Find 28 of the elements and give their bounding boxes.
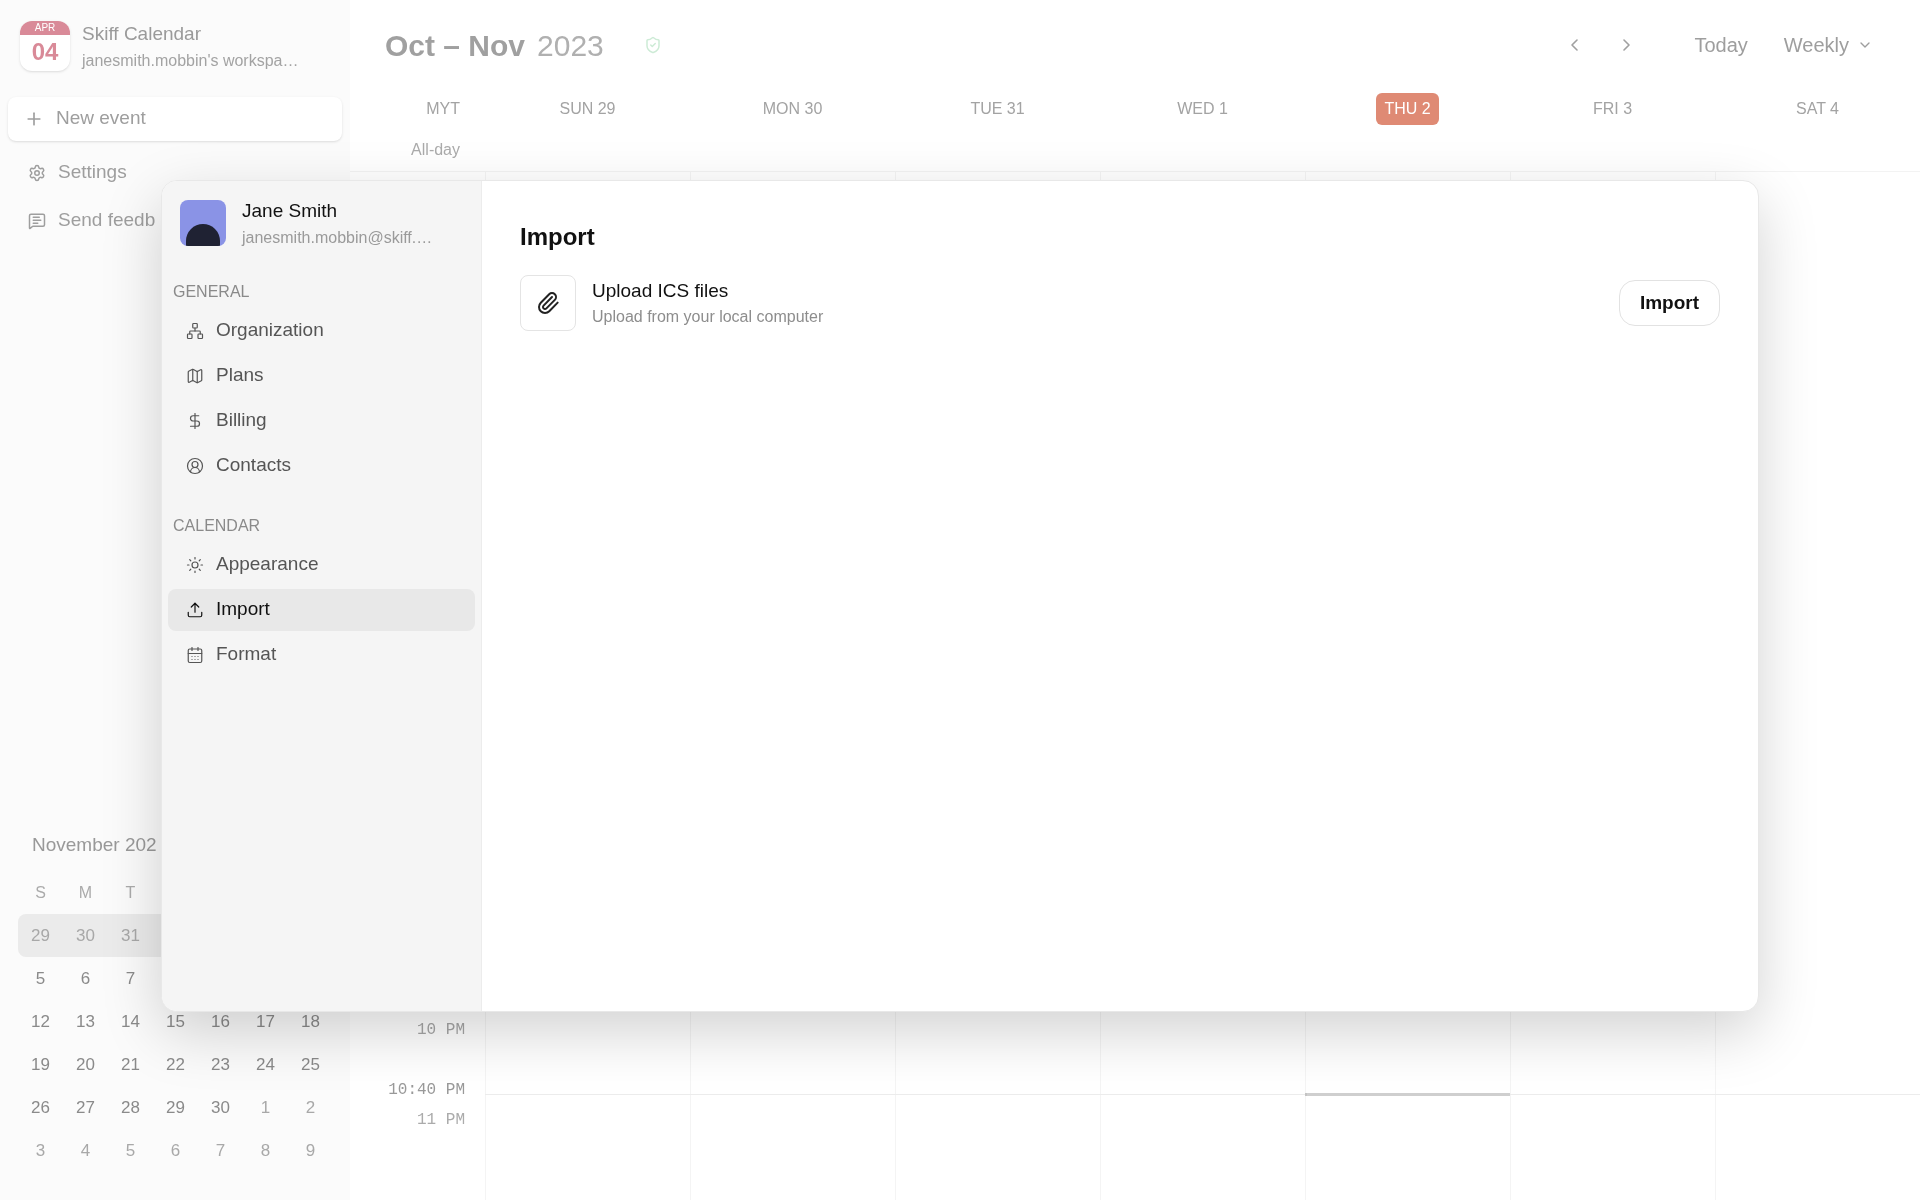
mini-calendar-title: November 202 [32,832,158,857]
current-time-label: 10:40 PM [388,1080,465,1101]
all-day-label: All-day [410,139,461,160]
year-label: 2023 [537,27,604,64]
weekday-label: M [77,882,94,903]
section-heading: CALENDAR [172,515,262,536]
option-description: Upload from your local computer [592,307,824,328]
day-header: FRI 3 [1591,99,1634,119]
user-email: janesmith.mobbin@skiff.… [242,227,433,248]
day-header: SAT 4 [1795,99,1840,119]
app-logo: APR 04 [20,21,70,72]
date-range-title: Oct – Nov [385,27,526,64]
workspace-name: janesmith.mobbin's workspa… [82,50,299,71]
day-header: TUE 31 [969,99,1026,119]
page-title: Import [520,222,596,252]
day-header: MON 30 [761,99,824,119]
day-header: THU 2 [1376,93,1439,125]
day-header: WED 1 [1176,99,1229,119]
hour-label: 11 PM [417,1110,465,1131]
hour-label: 10 PM [417,1020,465,1041]
weekday-label: S [34,882,47,903]
timezone-label: MYT [425,99,461,119]
weekday-label: T [124,882,137,903]
section-heading: GENERAL [172,281,251,302]
app-title: Skiff Calendar [82,22,202,46]
day-header: SUN 29 [558,99,617,119]
user-name: Jane Smith [242,199,339,223]
option-title: Upload ICS files [592,278,730,303]
